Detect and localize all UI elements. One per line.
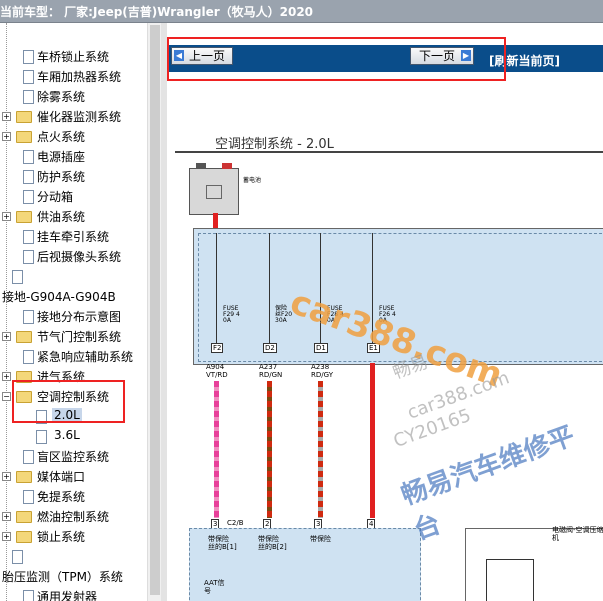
document-icon <box>23 150 34 164</box>
vehicle-title: 当前车型： 厂家:Jeep(吉普)Wrangler（牧马人）2020 <box>0 5 314 19</box>
title-divider <box>175 151 603 153</box>
document-icon <box>23 50 34 64</box>
expand-icon[interactable]: + <box>2 532 11 541</box>
connector-label: C2/B <box>227 519 244 527</box>
document-icon <box>36 430 47 444</box>
diagram-title: 空调控制系统 - 2.0L <box>215 137 334 152</box>
document-icon <box>23 230 34 244</box>
pin-label: D2 <box>263 343 277 353</box>
expand-icon[interactable]: + <box>2 132 11 141</box>
fuse-label: FUSE F29 4 0A <box>223 305 240 324</box>
collapse-icon[interactable]: − <box>2 392 11 401</box>
expand-icon[interactable]: + <box>2 372 11 381</box>
wire-label: A904 VT/RD <box>206 363 228 379</box>
scrollbar-thumb[interactable] <box>150 25 160 595</box>
folder-icon <box>16 331 32 343</box>
expand-icon[interactable]: + <box>2 112 11 121</box>
vehicle-title-bar: 当前车型： 厂家:Jeep(吉普)Wrangler（牧马人）2020 <box>0 0 603 23</box>
wire-label: A238 RD/GY <box>311 363 333 379</box>
battery-icon <box>189 163 239 215</box>
ac-module-block: 带保险 丝的B[1] 带保险 丝的B[2] 带保险 AAT信 号 <box>189 528 421 601</box>
document-icon <box>23 350 34 364</box>
diagram-pane: ◀ 上一页 下一页 ▶ [刷新当前页] 空调控制系统 - 2.0L 蓄电池 FU… <box>167 23 603 601</box>
document-icon <box>23 590 34 601</box>
folder-icon <box>16 131 32 143</box>
folder-icon <box>16 211 32 223</box>
expand-icon[interactable]: + <box>2 332 11 341</box>
document-icon <box>23 490 34 504</box>
tree-scrollbar[interactable] <box>147 23 162 601</box>
battery-label: 蓄电池 <box>243 177 262 184</box>
folder-icon <box>16 471 32 483</box>
highlight-box-tree <box>12 380 125 423</box>
document-icon <box>23 310 34 324</box>
folder-icon <box>16 531 32 543</box>
document-icon <box>23 70 34 84</box>
expand-icon[interactable]: + <box>2 212 11 221</box>
wire-red <box>370 363 375 518</box>
wire-rd-gn <box>267 381 272 518</box>
fuse-line <box>269 233 270 343</box>
document-icon <box>23 250 34 264</box>
document-icon <box>12 550 23 564</box>
highlight-box-nav <box>167 37 506 81</box>
compressor-clutch-block: 电磁阀-空调压缩机 <box>465 526 603 601</box>
pin-label: D1 <box>314 343 328 353</box>
document-icon <box>23 170 34 184</box>
wire-vt-rd <box>214 381 219 518</box>
wire-label: A237 RD/GN <box>259 363 283 379</box>
document-icon <box>23 450 34 464</box>
folder-icon <box>16 111 32 123</box>
battery-wire <box>213 213 218 229</box>
document-icon <box>12 270 23 284</box>
pin-label: F2 <box>211 343 224 353</box>
folder-icon <box>16 511 32 523</box>
nav-tree: 车桥锁止系统 车厢加热器系统 除雾系统 + 催化器监测系统 + 点火系统 电源插座 … <box>0 23 147 601</box>
wire-rd-gy <box>318 381 323 518</box>
expand-icon[interactable]: + <box>2 472 11 481</box>
fuse-line <box>216 233 217 343</box>
document-icon <box>23 90 34 104</box>
document-icon <box>23 190 34 204</box>
expand-icon[interactable]: + <box>2 512 11 521</box>
